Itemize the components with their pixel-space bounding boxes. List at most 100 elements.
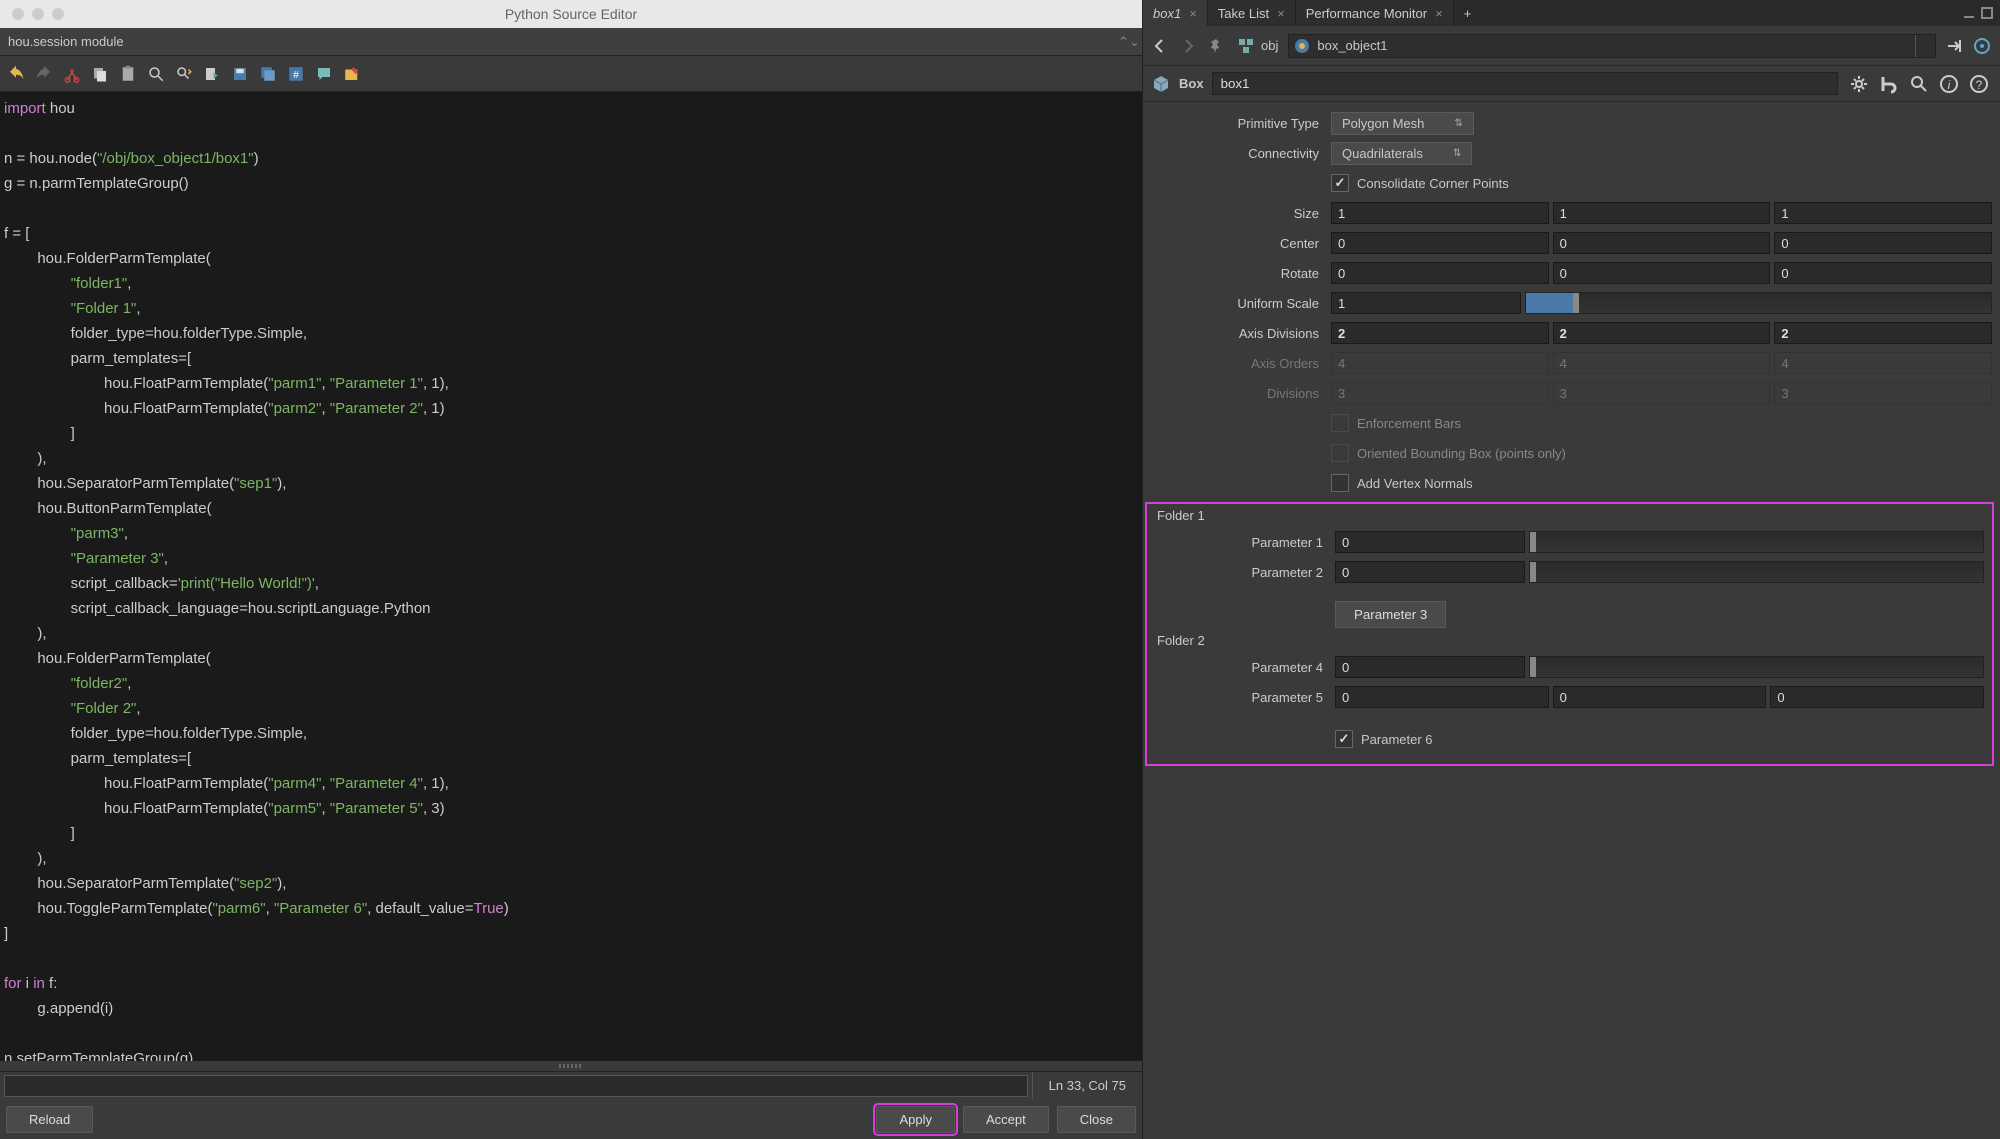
edit-external-icon[interactable]	[340, 62, 364, 86]
node-header: Box i ?	[1143, 66, 2000, 102]
parameter-5-z-input[interactable]	[1770, 686, 1984, 708]
dropdown-caret-icon: ⌃⌄	[1118, 34, 1134, 50]
python-source-editor-panel: Python Source Editor hou.session module …	[0, 0, 1143, 1139]
window-min-icon[interactable]	[1962, 6, 1976, 20]
apply-button[interactable]: Apply	[876, 1106, 955, 1133]
primitive-type-label: Primitive Type	[1151, 116, 1331, 131]
parameter-2-input[interactable]	[1335, 561, 1525, 583]
undo-icon[interactable]	[4, 62, 28, 86]
box-node-icon	[1151, 74, 1171, 94]
jump-icon[interactable]	[1942, 34, 1966, 58]
nav-forward-icon[interactable]	[1177, 35, 1199, 57]
search-param-icon[interactable]	[1906, 71, 1932, 97]
resize-grip[interactable]	[0, 1061, 1142, 1071]
rotate-y-input[interactable]	[1553, 262, 1771, 284]
info-icon[interactable]: i	[1936, 71, 1962, 97]
redo-icon[interactable]	[32, 62, 56, 86]
select-caret-icon: ⇅	[1453, 148, 1461, 159]
nav-back-icon[interactable]	[1149, 35, 1171, 57]
folder2-label: Folder 2	[1147, 629, 1992, 652]
uniform-scale-input[interactable]	[1331, 292, 1521, 314]
path-node-box[interactable]: box_object1	[1288, 34, 1936, 58]
parameter-2-slider[interactable]	[1529, 561, 1984, 583]
center-y-input[interactable]	[1553, 232, 1771, 254]
uniform-scale-slider[interactable]	[1525, 292, 1992, 314]
obb-checkbox	[1331, 444, 1349, 462]
replace-icon[interactable]	[172, 62, 196, 86]
parameter-6-checkbox[interactable]	[1335, 730, 1353, 748]
button-bar: Reload Apply Accept Close	[0, 1099, 1142, 1139]
size-z-input[interactable]	[1774, 202, 1992, 224]
cut-icon[interactable]	[60, 62, 84, 86]
target-icon[interactable]	[1970, 34, 1994, 58]
tab-take-list[interactable]: Take List×	[1208, 0, 1296, 26]
tab-label: box1	[1153, 6, 1181, 21]
center-z-input[interactable]	[1774, 232, 1992, 254]
houdini-h-icon[interactable]	[1876, 71, 1902, 97]
editor-toolbar: #	[0, 56, 1142, 92]
parameter-1-slider[interactable]	[1529, 531, 1984, 553]
node-name-input[interactable]	[1212, 72, 1838, 95]
parameter-4-input[interactable]	[1335, 656, 1525, 678]
tab-close-icon[interactable]: ×	[1189, 6, 1197, 21]
axisdiv-z-input[interactable]	[1774, 322, 1992, 344]
module-selector[interactable]: hou.session module ⌃⌄	[0, 28, 1142, 56]
parameters-area: Primitive Type Polygon Mesh⇅ Connectivit…	[1143, 102, 2000, 1139]
tab-close-icon[interactable]: ×	[1277, 6, 1285, 21]
enforcement-bars-checkbox	[1331, 414, 1349, 432]
gear-icon[interactable]	[1846, 71, 1872, 97]
tab-box1[interactable]: box1 ×	[1143, 0, 1208, 26]
primitive-type-select[interactable]: Polygon Mesh⇅	[1331, 112, 1474, 135]
axis-orders-label: Axis Orders	[1151, 356, 1331, 371]
path-seg-obj[interactable]: obj	[1233, 35, 1282, 57]
status-input[interactable]	[4, 1075, 1028, 1097]
paste-icon[interactable]	[116, 62, 140, 86]
window-titlebar: Python Source Editor	[0, 0, 1142, 28]
consolidate-label: Consolidate Corner Points	[1357, 176, 1509, 191]
axisdiv-y-input[interactable]	[1553, 322, 1771, 344]
save-icon[interactable]	[228, 62, 252, 86]
traffic-close-icon[interactable]	[12, 8, 24, 20]
parameter-5-y-input[interactable]	[1553, 686, 1767, 708]
parameter-5-x-input[interactable]	[1335, 686, 1549, 708]
tab-close-icon[interactable]: ×	[1435, 6, 1443, 21]
saveall-icon[interactable]	[256, 62, 280, 86]
tab-label: Performance Monitor	[1306, 6, 1427, 21]
divisions-x-input	[1331, 382, 1549, 404]
rotate-x-input[interactable]	[1331, 262, 1549, 284]
path-dropdown-icon[interactable]	[1915, 35, 1935, 57]
parameter-4-slider[interactable]	[1529, 656, 1984, 678]
help-icon[interactable]: ?	[1966, 71, 1992, 97]
goto-icon[interactable]	[200, 62, 224, 86]
center-x-input[interactable]	[1331, 232, 1549, 254]
search-icon[interactable]	[144, 62, 168, 86]
accept-button[interactable]: Accept	[963, 1106, 1049, 1133]
axisdiv-x-input[interactable]	[1331, 322, 1549, 344]
comment-icon[interactable]	[312, 62, 336, 86]
parameter-1-label: Parameter 1	[1155, 535, 1335, 550]
reload-button[interactable]: Reload	[6, 1106, 93, 1133]
close-button[interactable]: Close	[1057, 1106, 1136, 1133]
tab-add-icon[interactable]: +	[1454, 0, 1482, 26]
traffic-max-icon[interactable]	[52, 8, 64, 20]
window-max-icon[interactable]	[1980, 6, 1994, 20]
size-x-input[interactable]	[1331, 202, 1549, 224]
traffic-min-icon[interactable]	[32, 8, 44, 20]
tab-performance-monitor[interactable]: Performance Monitor ×	[1296, 0, 1454, 26]
code-editor[interactable]: import hou n = hou.node("/obj/box_object…	[0, 92, 1142, 1061]
add-vertex-normals-checkbox[interactable]	[1331, 474, 1349, 492]
axisord-z-input	[1774, 352, 1992, 374]
connectivity-select[interactable]: Quadrilaterals⇅	[1331, 142, 1472, 165]
divisions-y-input	[1553, 382, 1771, 404]
hash-icon[interactable]: #	[284, 62, 308, 86]
consolidate-checkbox[interactable]	[1331, 174, 1349, 192]
path-label: obj	[1261, 38, 1278, 53]
rotate-z-input[interactable]	[1774, 262, 1992, 284]
copy-icon[interactable]	[88, 62, 112, 86]
pin-icon[interactable]	[1205, 35, 1227, 57]
obb-label: Oriented Bounding Box (points only)	[1357, 446, 1566, 461]
parameter-1-input[interactable]	[1335, 531, 1525, 553]
size-y-input[interactable]	[1553, 202, 1771, 224]
axisord-x-input	[1331, 352, 1549, 374]
parameter-3-button[interactable]: Parameter 3	[1335, 601, 1446, 628]
